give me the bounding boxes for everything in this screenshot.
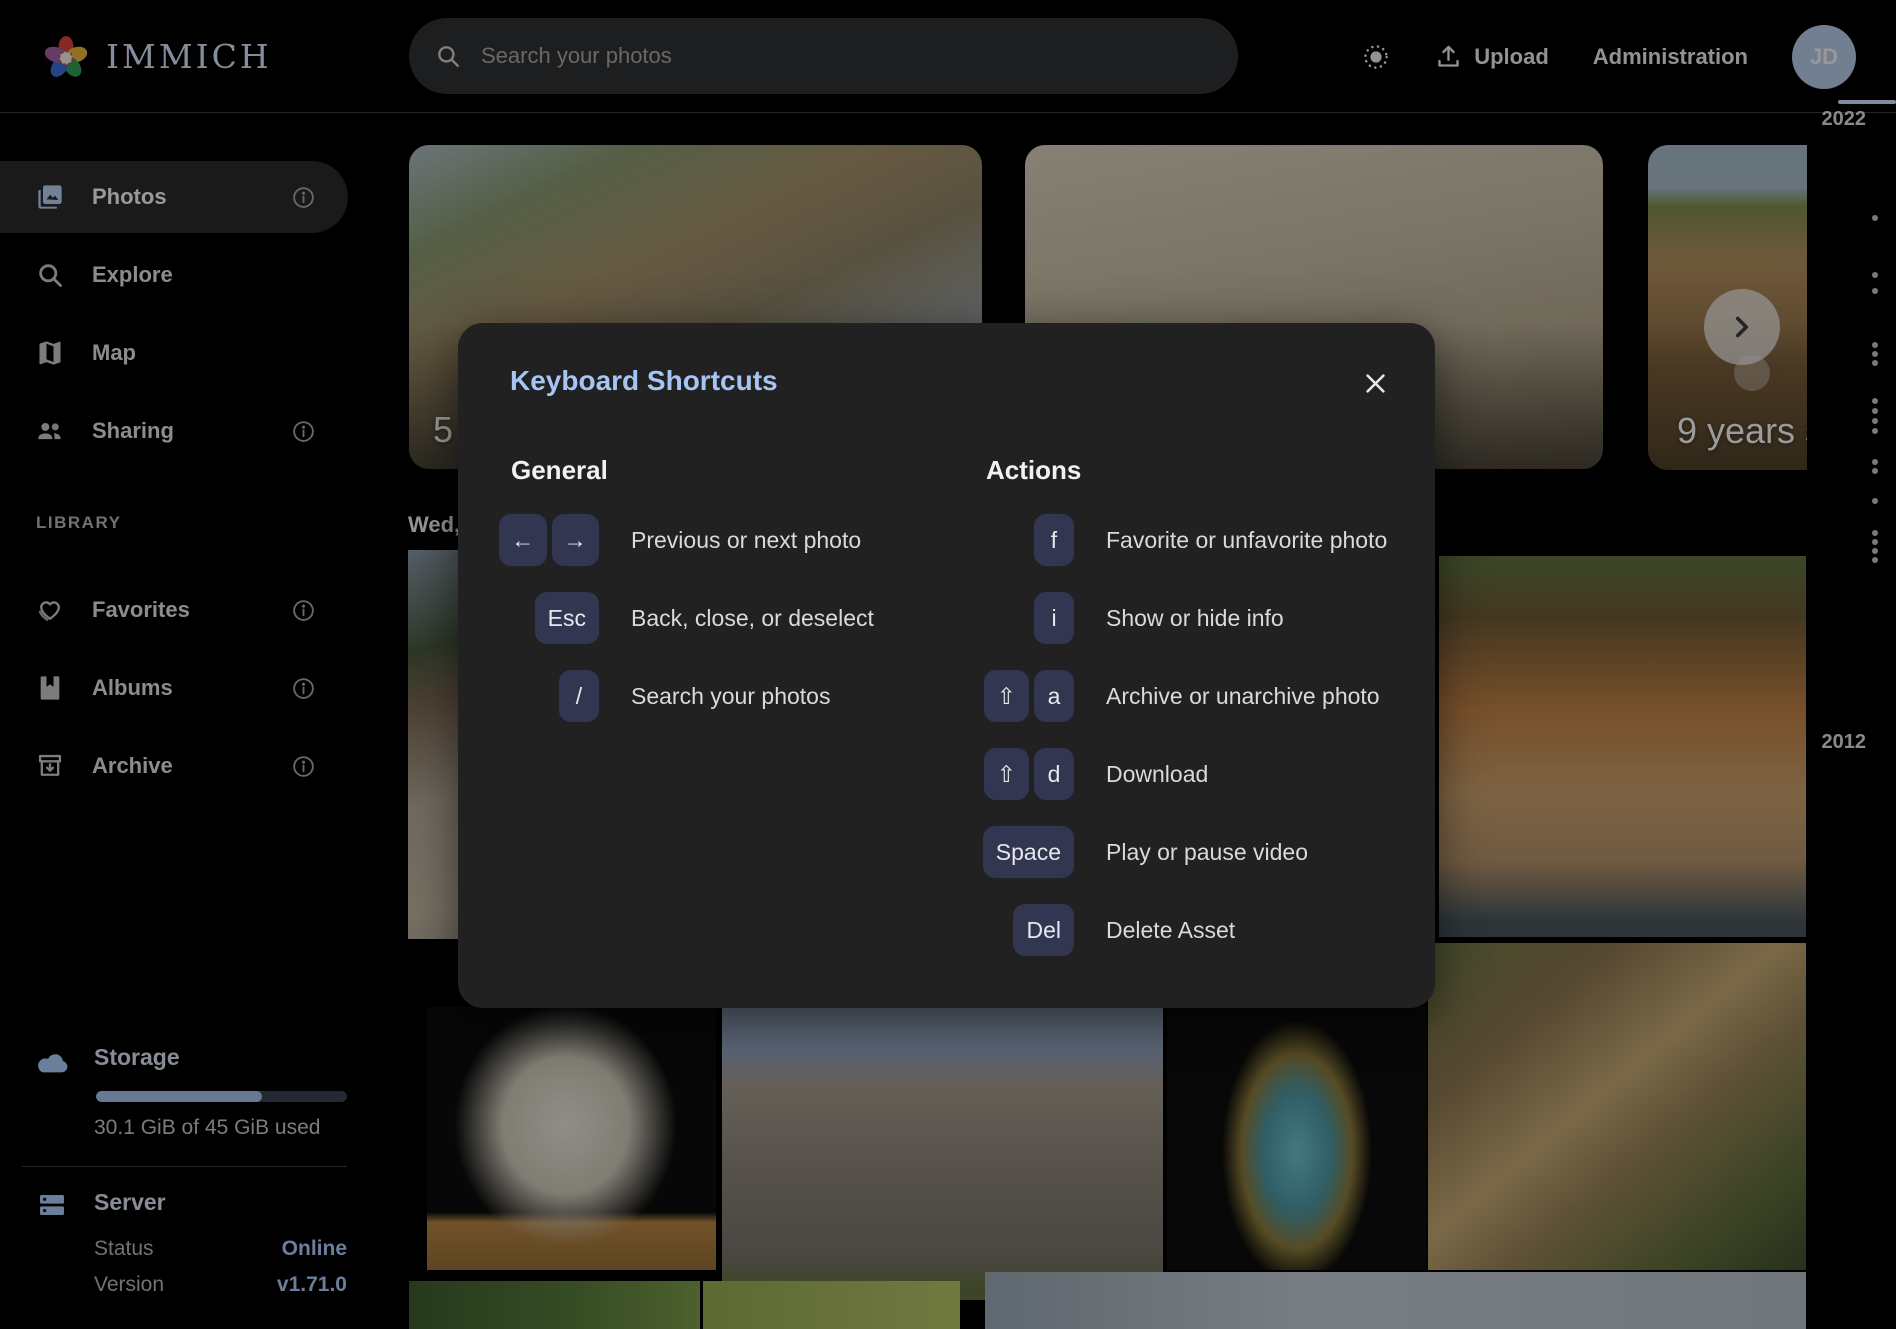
keycap-arrow-right: → [552, 514, 600, 566]
keycap-i: i [1034, 592, 1074, 644]
keycap-group: Space [974, 826, 1074, 878]
shortcut-label: Archive or unarchive photo [1106, 683, 1380, 710]
keycap-group: Del [974, 904, 1074, 956]
shortcut-section-general: General ← → Previous or next photo Esc B… [499, 455, 939, 982]
keycap-esc: Esc [535, 592, 599, 644]
shortcut-row: / Search your photos [499, 670, 939, 722]
keycap-shift: ⇧ [984, 748, 1029, 800]
close-icon [1362, 370, 1389, 397]
shortcut-label: Delete Asset [1106, 917, 1235, 944]
keycap-group: Esc [499, 592, 599, 644]
keycap-slash: / [559, 670, 599, 722]
shortcut-label: Play or pause video [1106, 839, 1308, 866]
shortcut-row: Space Play or pause video [974, 826, 1414, 878]
keycap-arrow-left: ← [499, 514, 547, 566]
shortcut-label: Show or hide info [1106, 605, 1284, 632]
close-button[interactable] [1355, 363, 1395, 403]
keycap-group: / [499, 670, 599, 722]
shortcut-row: i Show or hide info [974, 592, 1414, 644]
shortcut-label: Download [1106, 761, 1208, 788]
keycap-d: d [1034, 748, 1074, 800]
shortcut-label: Search your photos [631, 683, 830, 710]
keycap-shift: ⇧ [984, 670, 1029, 722]
section-heading: General [511, 455, 939, 486]
keycap-a: a [1034, 670, 1074, 722]
keycap-group: ⇧ d [974, 748, 1074, 800]
shortcut-row: f Favorite or unfavorite photo [974, 514, 1414, 566]
shortcut-label: Back, close, or deselect [631, 605, 874, 632]
shortcut-section-actions: Actions f Favorite or unfavorite photo i… [974, 455, 1414, 982]
shortcut-row: ⇧ d Download [974, 748, 1414, 800]
keyboard-shortcuts-modal: Keyboard Shortcuts General ← → Previous … [458, 323, 1435, 1008]
keycap-f: f [1034, 514, 1074, 566]
shortcut-row: ⇧ a Archive or unarchive photo [974, 670, 1414, 722]
shortcut-columns: General ← → Previous or next photo Esc B… [458, 455, 1435, 982]
keycap-del: Del [1013, 904, 1074, 956]
immich-app: IMMICH [0, 0, 1896, 1329]
keycap-group: f [974, 514, 1074, 566]
section-heading: Actions [986, 455, 1414, 486]
shortcut-label: Previous or next photo [631, 527, 861, 554]
modal-title: Keyboard Shortcuts [510, 365, 1435, 397]
shortcut-label: Favorite or unfavorite photo [1106, 527, 1387, 554]
keycap-group: ⇧ a [974, 670, 1074, 722]
keycap-group: ← → [499, 514, 599, 566]
keycap-space: Space [983, 826, 1074, 878]
shortcut-row: ← → Previous or next photo [499, 514, 939, 566]
keycap-group: i [974, 592, 1074, 644]
shortcut-row: Del Delete Asset [974, 904, 1414, 956]
shortcut-row: Esc Back, close, or deselect [499, 592, 939, 644]
